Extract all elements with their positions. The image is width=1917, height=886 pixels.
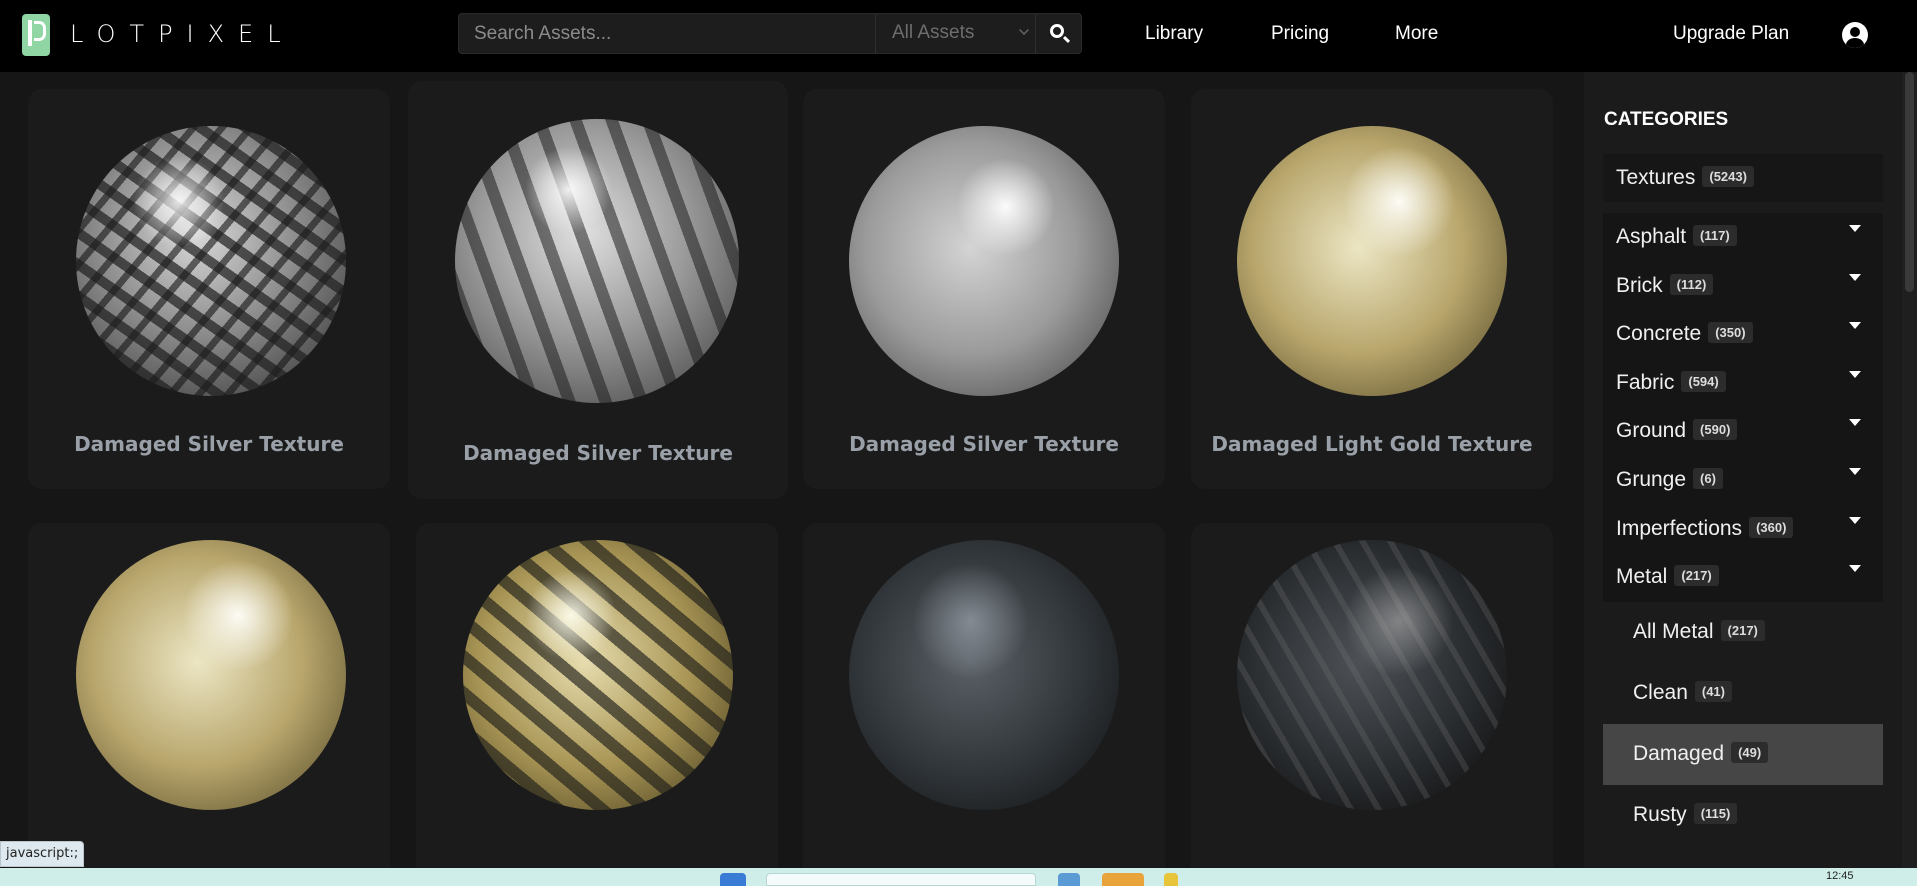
asset-thumbnail[interactable] [76, 126, 346, 396]
subcategory-clean[interactable]: Clean (41) [1603, 663, 1883, 724]
subcategory-all-metal[interactable]: All Metal (217) [1603, 602, 1883, 663]
category-label: Grunge [1616, 467, 1687, 491]
subcategory-rusty[interactable]: Rusty (115) [1603, 785, 1883, 846]
nav-library[interactable]: Library [1145, 23, 1203, 45]
asset-thumbnail[interactable] [463, 540, 733, 810]
asset-name[interactable]: Damaged Light Gold Texture [1191, 432, 1553, 456]
category-label: Fabric [1616, 370, 1675, 394]
category-textures[interactable]: Textures (5243) [1603, 154, 1883, 202]
category-asphalt[interactable]: Asphalt (117) [1603, 213, 1883, 262]
caret-down-icon[interactable] [1849, 565, 1861, 573]
asset-thumbnail[interactable] [849, 126, 1119, 396]
subcategory-count: (41) [1694, 680, 1732, 702]
category-count: (360) [1749, 516, 1794, 538]
asset-grid: Damaged Silver Texture Damaged Silver Te… [0, 72, 1584, 868]
page-scrollbar[interactable] [1902, 72, 1917, 868]
logo-text[interactable]: LOTPIXEL [70, 20, 295, 48]
category-label: Metal [1616, 565, 1668, 589]
asset-name[interactable]: Damaged Silver Texture [803, 432, 1165, 456]
taskbar-clock: 12:45 [1826, 870, 1854, 882]
category-imperfections[interactable]: Imperfections (360) [1603, 504, 1883, 554]
asset-card[interactable]: Damaged Silver Texture [408, 81, 788, 499]
category-label: Textures [1616, 166, 1696, 189]
scrollbar-thumb[interactable] [1905, 72, 1914, 292]
categories-sidebar: CATEGORIES Textures (5243) Asphalt (117) B… [1584, 72, 1917, 868]
category-count: (350) [1708, 322, 1753, 344]
asset-card[interactable] [803, 523, 1165, 868]
asset-card[interactable]: Damaged Light Gold Texture [1191, 89, 1553, 489]
category-label: Ground [1616, 419, 1687, 443]
subcategory-count: (49) [1731, 741, 1769, 763]
taskbar-app-icon[interactable] [1058, 873, 1080, 886]
subcategory-count: (115) [1693, 802, 1738, 824]
category-metal[interactable]: Metal (217) [1603, 553, 1883, 602]
category-concrete[interactable]: Concrete (350) [1603, 310, 1883, 359]
user-account-icon[interactable] [1842, 22, 1868, 48]
category-label: Concrete [1616, 322, 1702, 346]
search-button[interactable] [1035, 14, 1081, 53]
category-ground[interactable]: Ground (590) [1603, 407, 1883, 456]
subcategory-damaged[interactable]: Damaged (49) [1603, 723, 1883, 785]
caret-down-icon[interactable] [1849, 322, 1861, 330]
nav-more[interactable]: More [1395, 23, 1438, 45]
category-grunge[interactable]: Grunge (6) [1603, 455, 1883, 505]
asset-name[interactable]: Damaged Silver Texture [28, 432, 390, 456]
windows-start-icon[interactable] [720, 873, 746, 886]
chevron-down-icon [1019, 25, 1029, 35]
category-count: (117) [1693, 224, 1737, 246]
taskbar-app-icon[interactable] [1102, 873, 1144, 886]
asset-thumbnail[interactable] [455, 119, 739, 403]
caret-down-icon[interactable] [1849, 370, 1861, 378]
asset-card[interactable]: Damaged Silver Texture [28, 89, 390, 489]
taskbar-search-box[interactable] [766, 873, 1036, 886]
top-bar: LOTPIXEL All Assets Library Pricing More… [0, 0, 1917, 72]
asset-type-value: All Assets [892, 22, 975, 43]
asset-thumbnail[interactable] [849, 540, 1119, 810]
category-label: Imperfections [1616, 516, 1743, 540]
asset-type-select[interactable]: All Assets [875, 14, 1035, 53]
category-count: (6) [1693, 467, 1723, 489]
subcategory-label: Damaged [1633, 741, 1725, 765]
caret-down-icon[interactable] [1849, 467, 1861, 475]
subcategory-label: All Metal [1633, 619, 1714, 643]
upgrade-plan-link[interactable]: Upgrade Plan [1673, 23, 1789, 45]
status-bar-url: javascript:; [0, 841, 85, 867]
asset-thumbnail[interactable] [1237, 126, 1507, 396]
category-count: (217) [1674, 565, 1719, 587]
category-brick[interactable]: Brick (112) [1603, 261, 1883, 311]
category-count: (5243) [1702, 165, 1754, 187]
os-taskbar: 12:45 [0, 868, 1917, 886]
taskbar-app-icon[interactable] [1164, 873, 1178, 886]
category-count: (112) [1669, 273, 1714, 295]
asset-card[interactable] [1191, 523, 1553, 868]
category-list: Textures (5243) Asphalt (117) Brick (112) C… [1603, 154, 1883, 846]
asset-card[interactable] [416, 523, 778, 868]
asset-thumbnail[interactable] [76, 540, 346, 810]
categories-heading: CATEGORIES [1604, 109, 1729, 130]
asset-thumbnail[interactable] [1237, 540, 1507, 810]
category-fabric[interactable]: Fabric (594) [1603, 358, 1883, 408]
caret-down-icon[interactable] [1849, 225, 1861, 232]
search-bar: All Assets [458, 13, 1082, 54]
subcategory-label: Clean [1633, 680, 1688, 704]
subcategory-count: (217) [1720, 619, 1765, 641]
asset-card[interactable] [28, 523, 390, 868]
search-icon [1050, 24, 1064, 38]
subcategory-label: Rusty [1633, 802, 1687, 826]
caret-down-icon[interactable] [1849, 419, 1861, 427]
category-label: Brick [1616, 273, 1663, 297]
caret-down-icon[interactable] [1849, 516, 1861, 524]
category-count: (590) [1693, 419, 1738, 441]
caret-down-icon[interactable] [1849, 273, 1861, 281]
asset-name[interactable]: Damaged Silver Texture [408, 441, 788, 465]
search-input[interactable] [459, 14, 875, 53]
category-label: Asphalt [1616, 225, 1687, 248]
lotpixel-logo-icon[interactable] [22, 14, 50, 56]
nav-pricing[interactable]: Pricing [1271, 23, 1329, 45]
asset-card[interactable]: Damaged Silver Texture [803, 89, 1165, 489]
category-count: (594) [1681, 370, 1726, 392]
